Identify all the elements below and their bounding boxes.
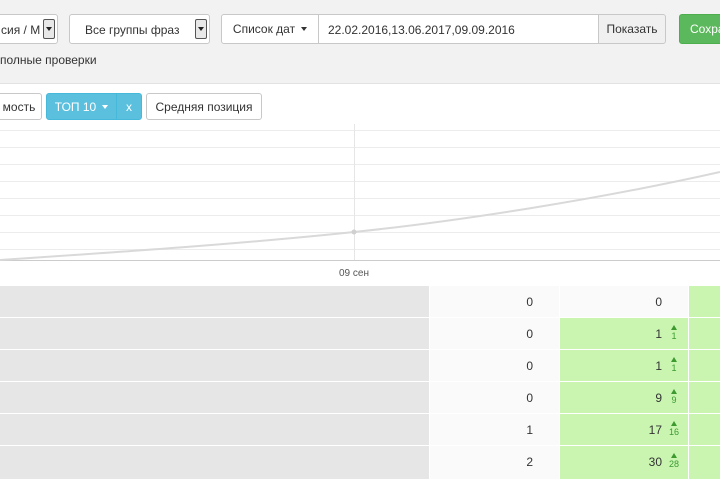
table-row: 0 99 [0, 382, 720, 414]
cell-value: 30 [648, 455, 662, 469]
dates-input-value: 22.02.2016,13.06.2017,09.09.2016 [328, 23, 515, 37]
cell-value: 17 [648, 423, 662, 437]
arrow-up-icon [671, 389, 677, 394]
table-cell [689, 318, 720, 349]
table-cell: 0 [560, 286, 689, 317]
cell-value: 1 [526, 423, 533, 437]
date-mode-label: Список дат [232, 22, 296, 36]
phrase-group-select-value: Все группы фраз [85, 23, 180, 37]
cell-value: 9 [655, 391, 662, 405]
caret-down-icon [301, 27, 308, 31]
cell-value: 0 [526, 327, 533, 341]
table-row: 0 0 [0, 286, 720, 318]
results-table: 0 0 0 11 0 11 0 99 1 17 16 2 30 28 [0, 286, 720, 480]
table-row: 0 11 [0, 318, 720, 350]
position-change: 9 [667, 389, 681, 405]
table-cell: 11 [560, 318, 689, 349]
chart-panel: мость ТОП 10 x Средняя позиция 09 сен [0, 83, 720, 286]
save-button-label: Сохра [690, 22, 720, 36]
toolbar: сия / М Все группы фраз Список дат 22.02… [0, 0, 720, 82]
dates-input[interactable]: 22.02.2016,13.06.2017,09.09.2016 [318, 14, 599, 44]
table-cell [689, 414, 720, 445]
chevron-down-icon[interactable] [195, 19, 207, 39]
table-cell: 17 16 [560, 414, 689, 445]
table-cell: 30 28 [560, 446, 689, 479]
position-change: 28 [667, 453, 681, 469]
table-cell: 1 [430, 414, 560, 445]
phrase-group-select[interactable]: Все группы фраз [69, 14, 210, 44]
x-tick-label: 09 сен [339, 268, 369, 279]
table-cell: 2 [430, 446, 560, 479]
table-cell [689, 286, 720, 317]
table-cell-label [0, 318, 430, 349]
cell-value: 1 [655, 359, 662, 373]
table-cell-label [0, 350, 430, 381]
table-cell-label [0, 414, 430, 445]
region-select[interactable]: сия / М [0, 14, 58, 44]
cell-value: 1 [655, 327, 662, 341]
full-checks-label[interactable]: полные проверки [0, 53, 97, 67]
cell-value: 0 [655, 295, 662, 309]
table-row: 1 17 16 [0, 414, 720, 446]
cell-value: 0 [526, 295, 533, 309]
date-mode-dropdown[interactable]: Список дат [221, 14, 319, 44]
cell-value: 2 [526, 455, 533, 469]
position-change: 1 [667, 357, 681, 373]
table-cell: 0 [430, 286, 560, 317]
table-cell: 0 [430, 318, 560, 349]
save-button[interactable]: Сохра [679, 14, 720, 44]
show-button[interactable]: Показать [598, 14, 666, 44]
arrow-up-icon [671, 357, 677, 362]
chevron-down-icon[interactable] [43, 19, 55, 39]
cell-value: 0 [526, 391, 533, 405]
data-point[interactable] [351, 229, 357, 235]
table-cell: 0 [430, 350, 560, 381]
table-cell [689, 350, 720, 381]
table-cell: 11 [560, 350, 689, 381]
table-row: 0 11 [0, 350, 720, 382]
position-change: 1 [667, 325, 681, 341]
arrow-up-icon [671, 421, 677, 426]
arrow-up-icon [671, 325, 677, 330]
table-cell [689, 446, 720, 479]
table-row: 2 30 28 [0, 446, 720, 480]
table-cell-label [0, 286, 430, 317]
cell-value: 0 [526, 359, 533, 373]
table-cell-label [0, 446, 430, 479]
table-cell [689, 382, 720, 413]
position-change: 16 [667, 421, 681, 437]
region-select-value: сия / М [1, 23, 41, 37]
chart: 09 сен [0, 124, 720, 279]
table-cell: 0 [430, 382, 560, 413]
show-button-label: Показать [606, 22, 658, 36]
arrow-up-icon [671, 453, 677, 458]
table-cell-label [0, 382, 430, 413]
table-cell: 99 [560, 382, 689, 413]
